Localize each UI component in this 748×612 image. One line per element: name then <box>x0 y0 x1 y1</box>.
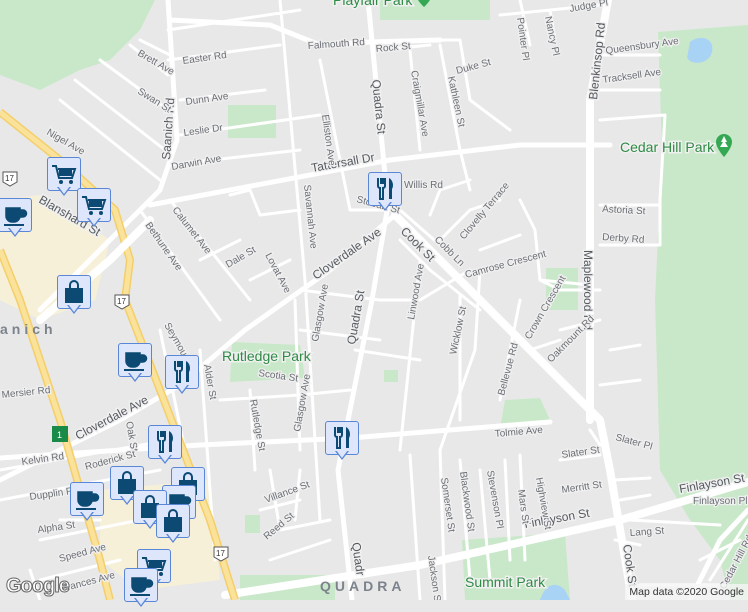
shopping-marker[interactable] <box>57 275 91 319</box>
cafe-marker[interactable] <box>0 198 32 242</box>
street-label: Cook St <box>620 543 640 588</box>
coffee-cup-icon <box>129 577 154 597</box>
shopping-marker[interactable] <box>156 504 190 548</box>
street-label: Duke St <box>455 57 492 77</box>
svg-text:17: 17 <box>5 174 14 183</box>
park-label-cedar-hill[interactable]: Cedar Hill Park <box>619 138 717 157</box>
svg-text:17: 17 <box>117 297 126 306</box>
shopping-cart-icon <box>81 196 106 216</box>
restaurant-icon <box>334 426 351 449</box>
park-area-cedar-hill <box>655 25 748 600</box>
street-label: Lovat Ave <box>262 251 292 295</box>
route-shield-17: 17 <box>2 171 18 187</box>
restaurant-marker[interactable] <box>148 425 182 469</box>
cafe-marker[interactable] <box>70 482 104 526</box>
street-label: Finlayson Pl <box>693 496 747 507</box>
shopping-bag-icon <box>64 280 84 304</box>
street-label: Quadr <box>349 541 368 576</box>
street-label: Cloverdale Ave <box>310 225 384 283</box>
street-label: Willis Rd <box>404 180 443 191</box>
street-label: Slater Pl <box>614 432 653 452</box>
route-shield-1: 1 <box>52 426 68 442</box>
street-label: Clovelly Terrace <box>458 180 512 242</box>
cafe-marker[interactable] <box>118 343 152 387</box>
coffee-cup-icon <box>123 352 148 372</box>
street-label: Darwin Ave <box>171 153 223 173</box>
street-label: Astoria St <box>602 204 646 217</box>
street-label: Leslie Dr <box>183 122 224 138</box>
park-label-playfair[interactable]: Playfair Park <box>332 0 415 10</box>
cafe-marker[interactable] <box>124 568 158 612</box>
restaurant-icon <box>157 430 174 453</box>
svg-text:17: 17 <box>216 549 225 558</box>
street-label: Mars St <box>515 489 531 525</box>
restaurant-icon <box>174 360 191 383</box>
restaurant-marker[interactable] <box>325 421 359 465</box>
street-label: Nancy Pl <box>542 15 561 56</box>
street-label: Rock St <box>375 41 411 55</box>
street-label: Blackwood St <box>457 471 476 533</box>
park-area-reed <box>245 515 260 533</box>
park-label-rutledge[interactable]: Rutledge Park <box>221 347 314 366</box>
street-label: Kathleen St <box>445 75 467 128</box>
coffee-cup-icon <box>3 207 28 227</box>
street-label: Bellevue Rd <box>496 342 521 397</box>
street-label: Pointer Pl <box>514 17 531 61</box>
park-label-summit[interactable]: Summit Park <box>464 573 548 592</box>
street-label: Cloverdale Ave <box>73 392 151 442</box>
map-canvas[interactable]: Playfair Park Cedar Hill Park Rutledge P… <box>0 0 748 600</box>
street-label: Linwood Ave <box>406 263 427 321</box>
street-label: Falmouth Rd <box>307 37 365 52</box>
google-logo: Google <box>6 575 71 598</box>
svg-text:1: 1 <box>57 430 62 440</box>
street-label: Camrose Crescent <box>464 249 548 281</box>
street-label: Calumet Ave <box>170 205 214 257</box>
street-label: Quadra St <box>369 79 389 136</box>
map-attribution[interactable]: Map data ©2020 Google <box>625 584 748 600</box>
park-area-quadra-small <box>384 370 398 382</box>
street-label: Merritt St <box>561 479 603 496</box>
street-label: Kelvin Rd <box>21 451 65 468</box>
street-label: Mersier Rd <box>1 385 51 401</box>
area-label-quadra: QUADRA <box>320 578 405 594</box>
grocery-marker[interactable] <box>47 157 81 201</box>
street-label: Easter Rd <box>182 50 228 67</box>
street-label: Craigmillar Ave <box>408 70 431 138</box>
street-label: Tracksell Ave <box>602 67 662 86</box>
grocery-marker[interactable] <box>77 188 111 232</box>
street-label: Wicklow St <box>448 305 469 355</box>
shopping-cart-icon <box>51 165 76 185</box>
restaurant-marker[interactable] <box>165 355 199 399</box>
street-label: Dale St <box>224 245 258 271</box>
restaurant-icon <box>377 177 394 200</box>
street-label: Lang St <box>629 526 664 539</box>
restaurant-marker[interactable] <box>368 172 402 216</box>
street-label: Bethune Ave <box>143 220 185 273</box>
street-label: Savannah Ave <box>301 184 319 250</box>
shopping-bag-icon <box>163 509 183 533</box>
coffee-cup-icon <box>75 491 100 511</box>
street-label: Stevenson Pl <box>484 470 505 530</box>
area-label-saanich: anich <box>0 321 57 337</box>
street-label: Dunn Ave <box>185 91 230 108</box>
